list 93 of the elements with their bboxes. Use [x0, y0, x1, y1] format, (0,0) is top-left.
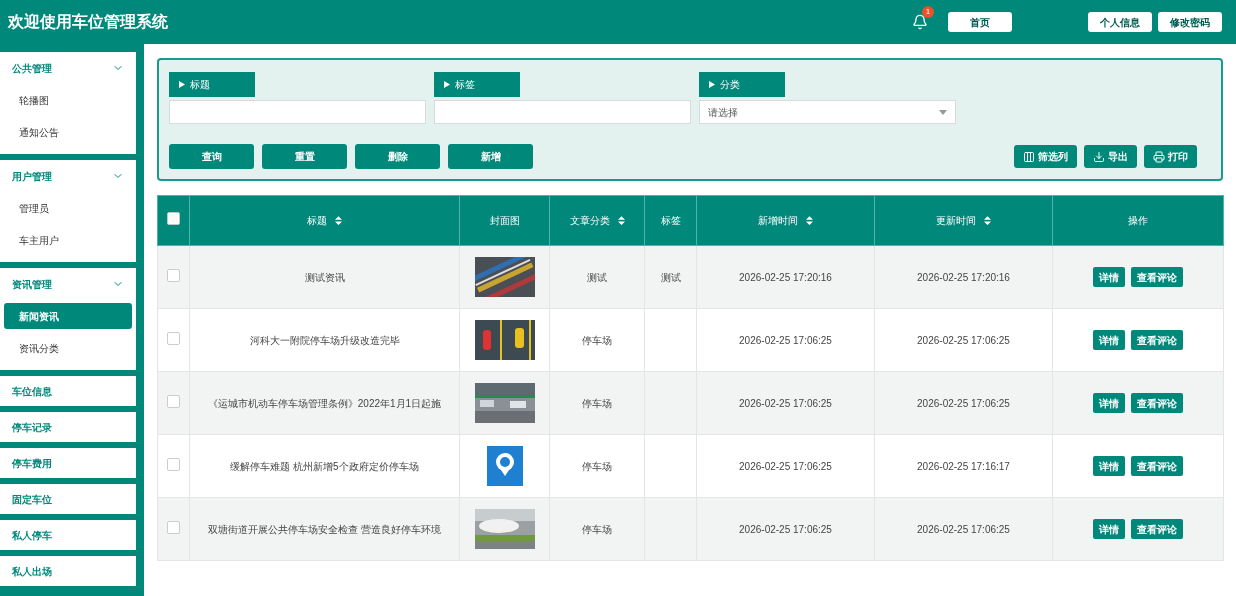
row-button[interactable]: 查看评论: [1131, 456, 1183, 476]
nav-button[interactable]: 个人信息: [1088, 12, 1152, 32]
menu-group-header[interactable]: 用户管理: [0, 160, 136, 192]
table-cell: 缓解停车难题 杭州新增5个政府定价停车场: [189, 434, 460, 498]
sort-icon[interactable]: [806, 216, 813, 225]
checkbox[interactable]: [167, 394, 180, 408]
app-title: 欢迎使用车位管理系统: [8, 12, 168, 32]
menu-item[interactable]: 私人停车: [0, 520, 136, 550]
category-select[interactable]: 请选择: [699, 100, 956, 124]
menu-item[interactable]: 私人出场: [0, 556, 136, 586]
menu-item[interactable]: 停车费用: [0, 448, 136, 478]
table-cell: [644, 371, 697, 435]
checkbox[interactable]: [167, 331, 180, 345]
row-button[interactable]: 查看评论: [1131, 393, 1183, 413]
menu-item[interactable]: 新闻资讯: [4, 303, 132, 329]
table-cell: 2026-02-25 17:06:25: [696, 308, 875, 372]
menu-item[interactable]: 停车记录: [0, 412, 136, 442]
filter-label: 分类: [699, 72, 785, 97]
columns-icon: [1023, 150, 1035, 163]
table-cell: [644, 434, 697, 498]
row-button[interactable]: 查看评论: [1131, 330, 1183, 350]
row-button[interactable]: 详情: [1093, 267, 1125, 287]
table-cell: 停车场: [549, 497, 645, 561]
action-button[interactable]: 新增: [448, 144, 533, 169]
row-button[interactable]: 详情: [1093, 456, 1125, 476]
table-cell: 测试资讯: [189, 245, 460, 309]
action-button[interactable]: 重置: [262, 144, 347, 169]
table-cell: 河科大一附院停车场升级改造完毕: [189, 308, 460, 372]
action-button[interactable]: 查询: [169, 144, 254, 169]
column-header[interactable]: 更新时间: [874, 195, 1053, 246]
table-cell: 2026-02-25 17:06:25: [874, 497, 1053, 561]
table-cell: 停车场: [549, 308, 645, 372]
table-cell: 停车场: [549, 371, 645, 435]
row-button[interactable]: 详情: [1093, 519, 1125, 539]
tool-button[interactable]: 打印: [1144, 145, 1197, 168]
table-cell: [644, 497, 697, 561]
table-cell: 测试: [549, 245, 645, 309]
table-cell: 双塘街道开展公共停车场安全检查 营造良好停车环境: [189, 497, 460, 561]
sort-icon[interactable]: [335, 216, 342, 225]
table-cell: 《运城市机动车停车场管理条例》2022年1月1日起施: [189, 371, 460, 435]
table-cell: 2026-02-25 17:06:25: [696, 434, 875, 498]
checkbox[interactable]: [167, 520, 180, 534]
menu-item[interactable]: 管理员: [4, 195, 132, 221]
filter-label: 标签: [434, 72, 520, 97]
action-button[interactable]: 删除: [355, 144, 440, 169]
table-cell: 2026-02-25 17:06:25: [696, 497, 875, 561]
row-button[interactable]: 详情: [1093, 330, 1125, 350]
sort-icon[interactable]: [984, 216, 991, 225]
sort-icon[interactable]: [617, 216, 625, 225]
caret-icon: [939, 109, 947, 115]
menu-group-header[interactable]: 资讯管理: [0, 268, 136, 300]
row-button[interactable]: 查看评论: [1131, 267, 1183, 287]
menu-item[interactable]: 车主用户: [4, 227, 132, 253]
table-cell: 2026-02-25 17:06:25: [874, 371, 1053, 435]
checkbox[interactable]: [167, 268, 180, 282]
table-cell: 停车场: [549, 434, 645, 498]
nav-button[interactable]: 修改密码: [1158, 12, 1222, 32]
table-cell: 2026-02-25 17:06:25: [696, 371, 875, 435]
triangle-icon: [709, 81, 715, 88]
tool-button[interactable]: 导出: [1084, 145, 1137, 168]
column-header[interactable]: 标题: [189, 195, 460, 246]
checkbox[interactable]: [167, 212, 180, 225]
filter-label: 标题: [169, 72, 255, 97]
column-header[interactable]: 新增时间: [696, 195, 875, 246]
text-field[interactable]: [434, 100, 691, 124]
triangle-icon: [444, 81, 450, 88]
table-cell: 2026-02-25 17:06:25: [874, 308, 1053, 372]
row-button[interactable]: 查看评论: [1131, 519, 1183, 539]
checkbox[interactable]: [167, 457, 180, 471]
column-header[interactable]: 文章分类: [549, 195, 645, 246]
nav-button[interactable]: 首页: [948, 12, 1012, 32]
printer-icon: [1153, 150, 1165, 163]
table-cell: [644, 308, 697, 372]
menu-group-header[interactable]: 公共管理: [0, 52, 136, 84]
table-cell: 测试: [644, 245, 697, 309]
table-cell: 2026-02-25 17:20:16: [874, 245, 1053, 309]
text-field[interactable]: [169, 100, 426, 124]
menu-item[interactable]: 资讯分类: [4, 335, 132, 361]
menu-item[interactable]: 固定车位: [0, 484, 136, 514]
triangle-icon: [179, 81, 185, 88]
column-header: 封面图: [459, 195, 550, 246]
column-header: 操作: [1052, 195, 1224, 246]
notification-badge: 1: [922, 6, 934, 18]
bell-icon[interactable]: [912, 14, 928, 30]
menu-item[interactable]: 通知公告: [4, 119, 132, 145]
tool-button[interactable]: 筛选列: [1014, 145, 1077, 168]
menu-item[interactable]: 轮播图: [4, 87, 132, 113]
menu-item[interactable]: 车位信息: [0, 376, 136, 406]
table-cell: 2026-02-25 17:20:16: [696, 245, 875, 309]
table-cell: 2026-02-25 17:16:17: [874, 434, 1053, 498]
column-header: 标签: [644, 195, 697, 246]
download-icon: [1093, 150, 1105, 163]
row-button[interactable]: 详情: [1093, 393, 1125, 413]
